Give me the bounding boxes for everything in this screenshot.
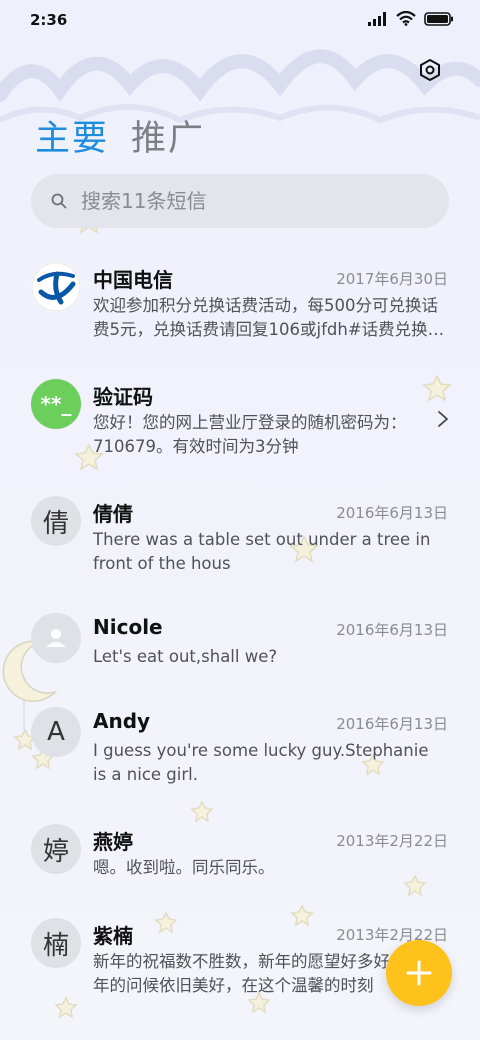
message-preview: 欢迎参加积分兑换话费活动，每500分可兑换话费5元，兑换话费请回复106或jfd… — [93, 296, 445, 339]
contact-avatar: 倩 — [31, 496, 81, 546]
verification-code-avatar: **_ — [31, 379, 81, 429]
tab-bar: 主要 推广 — [35, 110, 205, 161]
tab-promotions[interactable]: 推广 — [131, 110, 205, 161]
contact-name: Nicole — [93, 615, 163, 639]
search-input[interactable] — [79, 188, 423, 214]
search-bar[interactable] — [31, 174, 449, 228]
china-telecom-logo — [31, 262, 81, 312]
conversation-item[interactable]: 中国电信 2017年6月30日 欢迎参加积分兑换话费活动，每500分可兑换话费5… — [0, 248, 480, 365]
message-date: 2016年6月13日 — [336, 504, 448, 522]
battery-icon — [424, 11, 453, 26]
person-icon — [31, 613, 81, 663]
conversation-item[interactable]: **_ 验证码 您好！您的网上营业厅登录的随机密码为：710679。有效时间为3… — [0, 365, 480, 482]
contact-name: 倩倩 — [93, 502, 133, 526]
message-date: 2013年2月22日 — [336, 832, 448, 850]
settings-button[interactable] — [414, 54, 446, 86]
status-icons — [368, 11, 454, 26]
contact-name: 燕婷 — [93, 830, 133, 854]
wifi-icon — [396, 11, 416, 26]
contact-avatar: 楠 — [31, 918, 81, 968]
contact-name: Andy — [93, 709, 151, 733]
message-preview: 嗯。收到啦。同乐同乐。 — [93, 858, 275, 877]
contact-name: 紫楠 — [93, 924, 133, 948]
conversation-item[interactable]: 倩 倩倩 2016年6月13日 There was a table set ou… — [0, 482, 480, 599]
contact-name: 中国电信 — [93, 268, 173, 292]
message-list: 中国电信 2017年6月30日 欢迎参加积分兑换话费活动，每500分可兑换话费5… — [0, 248, 480, 1021]
contact-avatar: 婷 — [31, 824, 81, 874]
message-date: 2016年6月13日 — [336, 715, 448, 733]
conversation-item[interactable]: A Andy 2016年6月13日 I guess you're some lu… — [0, 693, 480, 810]
contact-avatar: A — [31, 707, 81, 757]
contact-name: 验证码 — [93, 385, 153, 409]
status-bar: 2:36 — [0, 0, 480, 40]
message-preview: 您好！您的网上营业厅登录的随机密码为：710679。有效时间为3分钟 — [93, 413, 407, 456]
chevron-right-icon[interactable] — [436, 409, 450, 429]
conversation-item[interactable]: Nicole 2016年6月13日 Let's eat out,shall we… — [0, 599, 480, 693]
status-time: 2:36 — [30, 11, 68, 29]
plus-icon — [406, 960, 432, 986]
message-preview: There was a table set out under a tree i… — [93, 530, 431, 573]
signal-icon — [368, 11, 386, 26]
conversation-item[interactable]: 婷 燕婷 2013年2月22日 嗯。收到啦。同乐同乐。 — [0, 810, 480, 904]
settings-hexagon-icon — [420, 59, 440, 81]
message-date: 2017年6月30日 — [336, 270, 448, 288]
search-icon — [51, 193, 67, 209]
message-preview: Let's eat out,shall we? — [93, 647, 278, 666]
message-preview: I guess you're some lucky guy.Stephanie … — [93, 741, 429, 784]
message-date: 2016年6月13日 — [336, 621, 448, 639]
new-message-button[interactable] — [386, 940, 452, 1006]
tab-main[interactable]: 主要 — [35, 110, 109, 161]
